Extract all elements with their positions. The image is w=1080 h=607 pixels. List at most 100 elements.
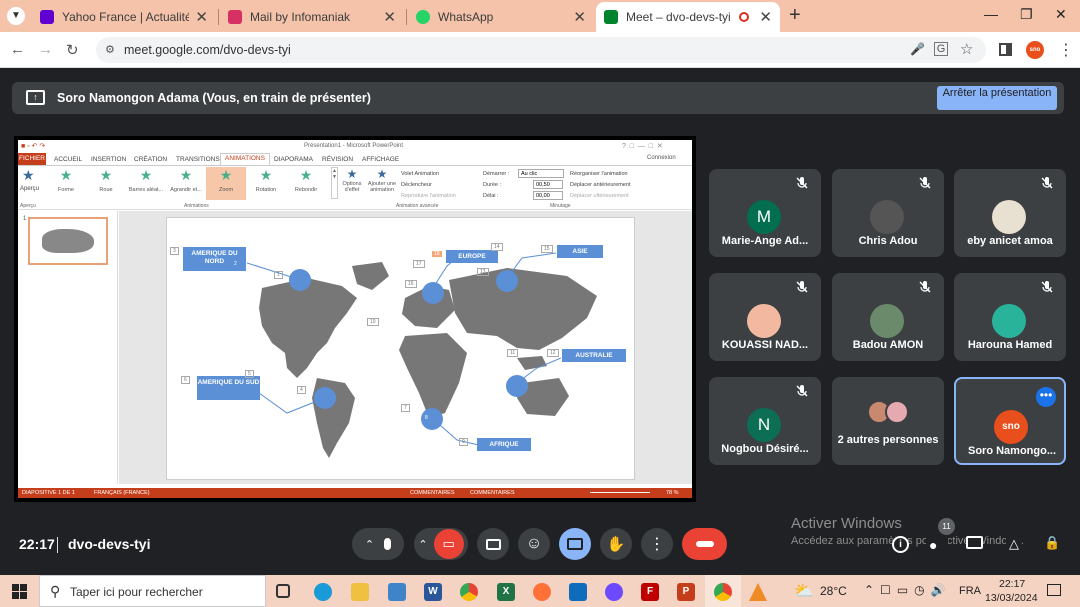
filezilla-icon[interactable]: F	[641, 583, 659, 601]
trigger-button[interactable]: Déclencheur	[401, 180, 456, 191]
brave-icon[interactable]	[605, 583, 623, 601]
chat-icon[interactable]	[966, 536, 983, 549]
close-tab-icon[interactable]: ✕	[195, 8, 208, 26]
tab-whatsapp[interactable]: WhatsApp ✕	[408, 4, 594, 30]
chrome-active-icon[interactable]	[705, 575, 741, 607]
move-earlier-button[interactable]: Déplacer antérieurement	[570, 180, 631, 191]
excel-icon[interactable]: X	[497, 583, 515, 601]
tab-infomaniak[interactable]: Mail by Infomaniak ✕	[220, 4, 404, 30]
raise-hand-button[interactable]: ✋	[600, 528, 632, 560]
edge-icon[interactable]	[314, 583, 332, 601]
clock-date[interactable]: 13/03/2024	[985, 592, 1038, 604]
reactions-button[interactable]: ☺	[518, 528, 550, 560]
gallery-scroll[interactable]: ▲ ▼	[331, 167, 338, 199]
chrome-icon[interactable]	[460, 583, 478, 601]
tab-meet[interactable]: Meet – dvo-devs-tyi ✕	[596, 2, 780, 32]
participant-tile[interactable]: M Marie-Ange Ad...	[709, 169, 821, 257]
slide-thumbnail[interactable]	[28, 217, 108, 265]
animation-pane-button[interactable]: Volet Animation	[401, 169, 456, 180]
ribbon-tab-insertion[interactable]: INSERTION	[91, 156, 126, 163]
taskbar-search[interactable]: ⚲ Taper ici pour rechercher	[39, 575, 266, 607]
duration-input[interactable]: 00,50	[533, 180, 563, 189]
translate-icon[interactable]: G	[934, 42, 948, 56]
profile-avatar[interactable]: sno	[1026, 41, 1044, 59]
audio-options-button[interactable]: ⌃	[352, 528, 404, 560]
firefox-icon[interactable]	[533, 583, 551, 601]
stop-presenting-button[interactable]: Arrêter la présentation	[937, 86, 1057, 110]
file-explorer-icon[interactable]	[351, 583, 369, 601]
preview-star-icon[interactable]: ★	[22, 167, 35, 184]
effect-forme[interactable]: ★ Forme	[44, 167, 88, 200]
label-africa[interactable]: AFRIQUE	[477, 438, 531, 451]
new-tab-button[interactable]: +	[789, 4, 801, 27]
participant-tile[interactable]: eby anicet amoa	[954, 169, 1066, 257]
activities-icon[interactable]: △	[1006, 536, 1022, 552]
restore-icon[interactable]: ❐	[1020, 6, 1033, 23]
ppt-file-tab[interactable]: FICHIER	[18, 153, 46, 165]
participant-tile[interactable]: N Nogbou Désiré...	[709, 377, 821, 465]
notes-button[interactable]: COMMENTAIRES	[410, 488, 455, 498]
label-north-america[interactable]: AMERIQUE DU NORD	[183, 247, 246, 271]
label-south-america[interactable]: AMERIQUE DU SUD	[197, 376, 260, 400]
participant-tile[interactable]: Chris Adou	[832, 169, 944, 257]
zoom-level[interactable]: 78 %	[666, 488, 679, 498]
windows-start-icon[interactable]	[12, 584, 27, 599]
back-icon[interactable]: ←	[10, 41, 25, 58]
microphone-icon[interactable]: 🎤	[910, 42, 925, 56]
participant-tile[interactable]: KOUASSI NAD...	[709, 273, 821, 361]
language-indicator[interactable]: FRA	[959, 585, 981, 597]
ribbon-tab-transitions[interactable]: TRANSITIONS	[176, 156, 220, 163]
label-australia[interactable]: AUSTRALIE	[562, 349, 626, 362]
participant-tile[interactable]: ••• sno Soro Namongo...	[954, 377, 1066, 465]
present-now-button[interactable]	[559, 528, 591, 560]
comments-button[interactable]: COMMENTAIRES	[470, 488, 515, 498]
ribbon-tab-creation[interactable]: CRÉATION	[134, 156, 167, 163]
participant-tile[interactable]: 2 autres personnes	[832, 377, 944, 465]
effect-rebondir[interactable]: ★ Rebondir	[284, 167, 328, 200]
ribbon-tab-revision[interactable]: RÉVISION	[322, 156, 353, 163]
delay-input[interactable]: 00,00	[533, 191, 563, 200]
ribbon-tab-diaporama[interactable]: DIAPORAMA	[274, 156, 313, 163]
task-view-icon[interactable]	[276, 584, 290, 598]
clock-time[interactable]: 22:17	[999, 578, 1025, 590]
tab-search-button[interactable]: ▼	[7, 7, 25, 25]
captions-button[interactable]	[477, 528, 509, 560]
people-button[interactable]: ● 11	[926, 518, 955, 554]
vlc-icon[interactable]	[749, 583, 767, 601]
preview-label[interactable]: Aperçu	[20, 186, 39, 192]
start-select[interactable]: Au clic	[518, 169, 564, 178]
ribbon-tab-affichage[interactable]: AFFICHAGE	[362, 156, 399, 163]
close-tab-icon[interactable]: ✕	[383, 8, 396, 26]
participant-tile[interactable]: Badou AMON	[832, 273, 944, 361]
zoom-slider[interactable]	[590, 492, 650, 493]
notifications-icon[interactable]	[1047, 584, 1061, 596]
tray-icons[interactable]: ⌃☐▭◷🔊	[864, 583, 952, 597]
effect-agrandir[interactable]: ★ Agrandir et...	[164, 167, 208, 200]
animation-painter-button[interactable]: Reproduire l'animation	[401, 191, 456, 202]
powerpoint-icon[interactable]: P	[677, 583, 695, 601]
effect-zoom[interactable]: ★ Zoom	[206, 167, 246, 200]
effect-roue[interactable]: ★ Roue	[84, 167, 128, 200]
effect-barres[interactable]: ★ Barres aléat...	[124, 167, 168, 200]
video-options-button[interactable]: ⌃ ▭	[414, 528, 468, 560]
tab-yahoo[interactable]: Yahoo France | Actualités, mail e... ✕	[32, 4, 216, 30]
host-controls-icon[interactable]: 🔒	[1044, 535, 1060, 552]
bookmark-star-icon[interactable]: ☆	[960, 40, 973, 58]
minimize-icon[interactable]: —	[984, 6, 998, 22]
label-europe[interactable]: EUROPE	[446, 250, 498, 263]
store-icon[interactable]	[388, 583, 406, 601]
site-info-icon[interactable]: ⚙	[105, 43, 115, 56]
close-tab-icon[interactable]: ✕	[759, 8, 772, 26]
close-window-icon[interactable]: ✕	[1055, 6, 1067, 23]
move-later-button[interactable]: Déplacer ultérieurement	[570, 191, 631, 202]
ribbon-tab-accueil[interactable]: ACCUEIL	[54, 156, 82, 163]
close-tab-icon[interactable]: ✕	[573, 8, 586, 26]
effect-rotation[interactable]: ★ Rotation	[244, 167, 288, 200]
tile-more-options-button[interactable]: •••	[1036, 387, 1056, 407]
word-icon[interactable]: W	[424, 583, 442, 601]
add-animation-button[interactable]: ★ Ajouter une animation	[366, 167, 398, 193]
reload-icon[interactable]: ↻	[66, 41, 79, 59]
label-asia[interactable]: ASIE	[557, 245, 603, 258]
menu-icon[interactable]: ⋮	[1058, 40, 1074, 60]
leave-call-button[interactable]	[682, 528, 727, 560]
